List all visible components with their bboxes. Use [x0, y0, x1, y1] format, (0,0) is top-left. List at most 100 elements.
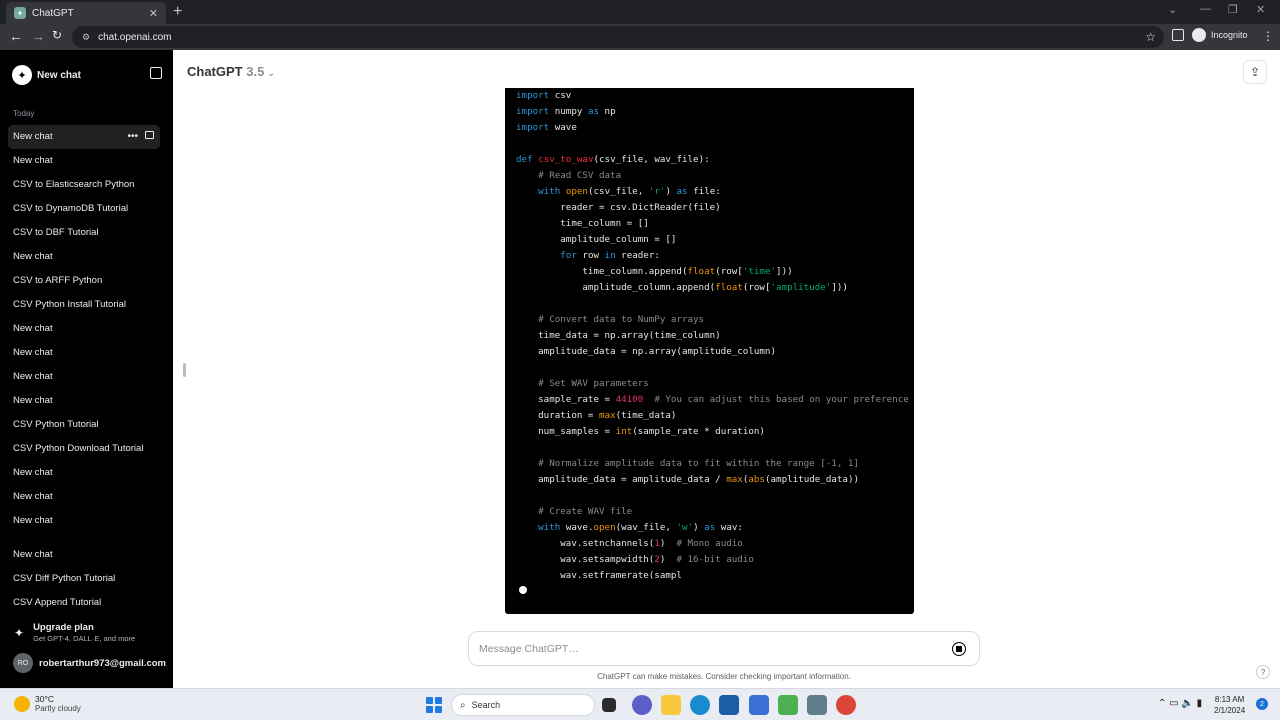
chat-history-item[interactable]: New chat [8, 341, 160, 365]
model-version: 3.5 [246, 64, 265, 79]
chat-history-item[interactable]: New chat [8, 461, 160, 485]
disclaimer-text: ChatGPT can make mistakes. Consider chec… [597, 672, 851, 681]
chat-history-item[interactable]: New chat [8, 509, 160, 533]
sidebar-toggle-handle[interactable] [183, 363, 186, 377]
chat-history-item[interactable]: New chat [8, 485, 160, 509]
forward-icon[interactable]: → [31, 28, 45, 44]
chatgpt-favicon-icon: ✦ [14, 7, 26, 19]
chat-history-item[interactable]: CSV Append Tutorial [8, 591, 160, 615]
chat-history-item[interactable]: New chat [8, 149, 160, 173]
chat-history-item[interactable]: New chat ••• [8, 125, 160, 149]
chat-history-item[interactable]: New chat [8, 543, 160, 567]
streaming-cursor [519, 586, 527, 594]
help-button[interactable]: ? [1256, 665, 1270, 679]
browser-tab-bar: ✦ ChatGPT ✕ + ⌄ — ❐ ✕ [0, 0, 1280, 24]
weather-temp: 30°C [35, 694, 54, 704]
chevron-down-icon: ⌄ [267, 68, 275, 78]
microsoft-store-icon[interactable] [719, 695, 739, 715]
upgrade-subtitle: Get GPT-4, DALL·E, and more [33, 634, 136, 643]
message-input[interactable] [479, 641, 919, 657]
compose-icon[interactable] [150, 67, 162, 79]
code-block: import csv import numpy as np import wav… [505, 88, 914, 614]
chat-history-item[interactable]: New chat [8, 317, 160, 341]
chat-history-item[interactable]: New chat [8, 245, 160, 269]
side-panel-icon[interactable] [1172, 29, 1184, 41]
app-icon[interactable] [807, 695, 827, 715]
minimize-icon[interactable]: — [1200, 3, 1211, 15]
search-icon: ⌕ [460, 699, 466, 711]
new-tab-icon[interactable]: + [173, 3, 182, 21]
teams-chat-icon[interactable] [632, 695, 652, 715]
sparkle-icon: ✦ [14, 626, 25, 640]
taskbar-search-label: Search [471, 700, 501, 710]
bookmark-star-icon[interactable]: ☆ [1145, 30, 1156, 44]
sidebar: ✦ New chat Today New chat ••• New chat CS… [0, 50, 173, 688]
weather-desc: Partly cloudy [35, 704, 81, 713]
section-label-today: Today [13, 109, 35, 118]
chat-history-item[interactable]: CSV Python Install Tutorial [8, 293, 160, 317]
browser-menu-icon[interactable]: ⋮ [1262, 29, 1274, 43]
site-info-icon[interactable]: ⚙ [82, 32, 90, 43]
close-window-icon[interactable]: ✕ [1256, 3, 1265, 16]
address-bar[interactable]: ⚙ chat.openai.com ☆ [72, 26, 1164, 48]
chat-history-item[interactable]: CSV to DBF Tutorial [8, 221, 160, 245]
app-icon[interactable] [749, 695, 769, 715]
chat-history-item[interactable]: CSV Python Tutorial [8, 413, 160, 437]
stop-generating-button[interactable] [952, 642, 966, 656]
chevron-down-icon[interactable]: ⌄ [1168, 3, 1177, 16]
notification-badge[interactable]: 2 [1256, 698, 1268, 710]
incognito-icon [1192, 28, 1206, 42]
file-explorer-icon[interactable] [661, 695, 681, 715]
tab-title: ChatGPT [32, 7, 74, 19]
chat-history-item[interactable]: CSV Diff Python Tutorial [8, 567, 160, 591]
model-selector[interactable]: ChatGPT 3.5 ⌄ [187, 64, 275, 79]
windows-taskbar: 30°C Partly cloudy ⌕ Search ⌃ ▭ 🔈 ▮ 8:13… [0, 688, 1280, 720]
more-options-icon[interactable]: ••• [127, 131, 138, 142]
clock-date: 2/1/2024 [1214, 706, 1246, 715]
reload-icon[interactable]: ↻ [52, 28, 62, 42]
close-tab-icon[interactable]: ✕ [149, 7, 158, 20]
chat-history-item[interactable]: CSV to DynamoDB Tutorial [8, 197, 160, 221]
browser-toolbar: ← → ↻ ⚙ chat.openai.com ☆ Incognito ⋮ [0, 24, 1280, 50]
notepad-icon[interactable] [778, 695, 798, 715]
chat-main: ChatGPT 3.5 ⌄ ⇪ import csv import numpy a… [173, 50, 1280, 688]
taskbar-search[interactable]: ⌕ Search [451, 694, 595, 716]
incognito-label: Incognito [1211, 30, 1248, 40]
chrome-browser-icon[interactable] [836, 695, 856, 715]
user-menu-button[interactable]: RO robertarthur973@gmail.com [13, 653, 171, 673]
chat-history-list: New chat ••• New chat CSV to Elasticsearc… [8, 125, 160, 615]
share-icon: ⇪ [1249, 65, 1261, 79]
task-view-icon[interactable] [602, 698, 616, 712]
message-composer [468, 631, 980, 666]
start-button[interactable] [426, 697, 442, 713]
partly-cloudy-icon [14, 695, 30, 712]
edge-browser-icon[interactable] [690, 695, 710, 715]
archive-icon[interactable] [145, 131, 154, 139]
model-name: ChatGPT [187, 64, 243, 79]
browser-tab[interactable]: ✦ ChatGPT ✕ [6, 2, 166, 24]
chat-history-item[interactable]: CSV to ARFF Python [8, 269, 160, 293]
url-text: chat.openai.com [98, 31, 172, 43]
stop-icon [956, 646, 962, 652]
taskbar-clock[interactable]: 8:13 AM 2/1/2024 [1214, 694, 1245, 716]
code-content: import csv import numpy as np import wav… [516, 90, 909, 581]
upgrade-title: Upgrade plan [33, 622, 94, 633]
upgrade-plan-button[interactable]: ✦ Upgrade plan Get GPT-4, DALL·E, and mo… [14, 622, 164, 643]
chat-history-item[interactable]: CSV to Elasticsearch Python [8, 173, 160, 197]
chat-history-item[interactable]: New chat [8, 365, 160, 389]
new-chat-label: New chat [37, 69, 81, 81]
back-icon[interactable]: ← [9, 28, 23, 44]
restore-icon[interactable]: ❐ [1228, 3, 1238, 16]
incognito-badge[interactable]: Incognito [1192, 28, 1248, 42]
clock-time: 8:13 AM [1214, 695, 1245, 704]
system-tray-icons[interactable]: ⌃ ▭ 🔈 ▮ [1158, 698, 1202, 709]
weather-widget[interactable]: 30°C Partly cloudy [14, 694, 81, 713]
new-chat-button[interactable]: ✦ New chat [12, 64, 162, 86]
chat-history-item[interactable]: CSV Python Download Tutorial [8, 437, 160, 461]
avatar: RO [13, 653, 33, 673]
chat-history-item[interactable]: New chat [8, 389, 160, 413]
share-button[interactable]: ⇪ [1243, 60, 1267, 84]
openai-logo-icon: ✦ [12, 65, 32, 85]
user-email: robertarthur973@gmail.com [39, 657, 166, 669]
